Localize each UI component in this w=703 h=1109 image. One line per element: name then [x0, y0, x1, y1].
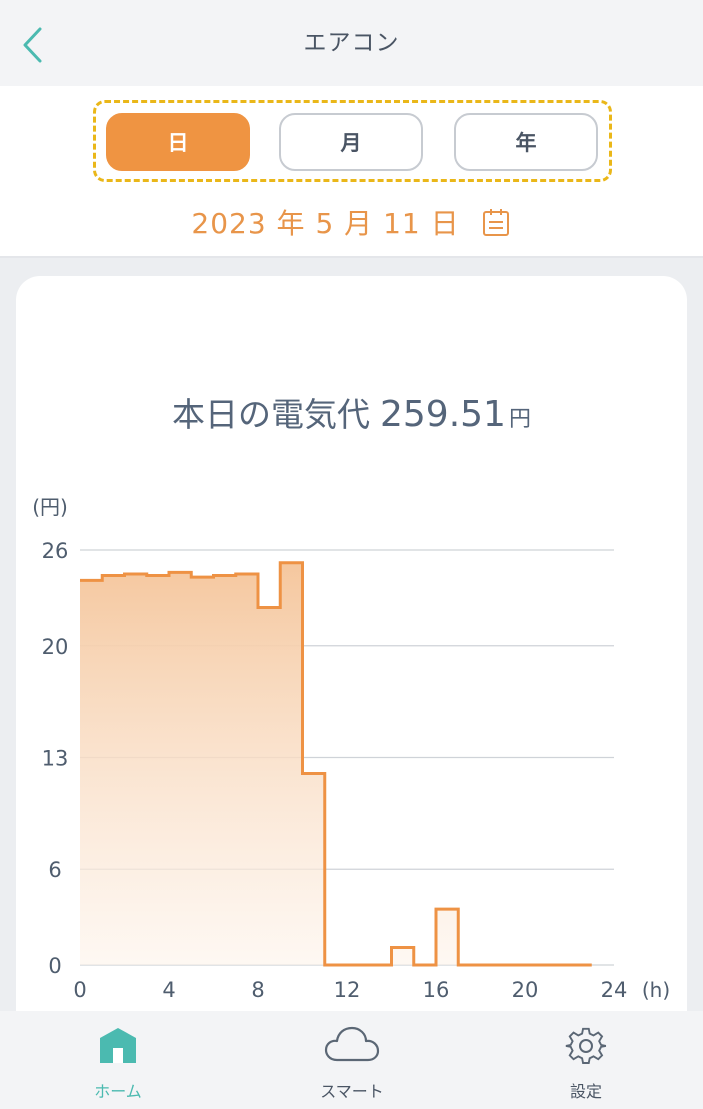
- period-year-button[interactable]: 年: [454, 113, 598, 171]
- chart-step-segment: [147, 574, 169, 578]
- chart-area-fill: [80, 562, 592, 965]
- tab-settings-label: 設定: [569, 1082, 602, 1101]
- bottom-tab-bar: ホーム スマート 設定: [0, 1011, 703, 1109]
- daily-cost-title: 本日の電気代 259.51 円: [16, 388, 687, 438]
- chart-step-segment: [503, 963, 525, 967]
- calendar-icon: [482, 209, 509, 236]
- chart-step-segment: [525, 963, 547, 967]
- chart-step-segment: [80, 578, 102, 582]
- daily-cost-value: 259.51: [380, 394, 506, 435]
- gear-icon: [565, 1027, 607, 1064]
- y-tick-label: 26: [42, 539, 69, 563]
- chart-step-segment: [481, 963, 503, 967]
- x-tick-label: 16: [423, 978, 450, 1002]
- chart-step-segment: [191, 575, 213, 579]
- chart-step-segment: [436, 907, 458, 911]
- chart-step-segment: [280, 561, 302, 565]
- tab-home-label: ホーム: [94, 1082, 142, 1101]
- page-title: エアコン: [303, 30, 400, 56]
- period-selector-panel: 日 月 年 2023 年 5 月 11 日: [0, 86, 703, 258]
- chart-step-segment: [369, 963, 391, 967]
- x-tick-label: 4: [162, 978, 175, 1002]
- chart-step-segment: [214, 574, 236, 578]
- tab-smart[interactable]: スマート: [282, 1011, 422, 1109]
- cloud-icon: [324, 1026, 380, 1062]
- electricity-cost-chart: 26 20 13 6 00 4 8 12 16 20 24 (円) (h): [32, 495, 670, 1002]
- x-tick-label: 20: [512, 978, 539, 1002]
- calendar-button[interactable]: [480, 206, 512, 238]
- chart-step-segment: [236, 572, 258, 576]
- y-tick-label: 13: [42, 747, 69, 771]
- chart-step-segment: [414, 963, 436, 967]
- chart-step-segment: [547, 963, 569, 967]
- home-icon: [100, 1028, 136, 1063]
- y-tick-label: 0: [48, 954, 61, 978]
- chart-step-segment: [458, 963, 480, 967]
- chart-step-segment: [570, 963, 592, 967]
- tab-home[interactable]: ホーム: [48, 1011, 188, 1109]
- x-axis-unit-label: (h): [642, 978, 670, 1002]
- period-month-button[interactable]: 月: [279, 113, 423, 171]
- chart-step-segment: [392, 945, 414, 949]
- x-tick-label: 24: [601, 978, 628, 1002]
- chart-step-segment: [125, 572, 147, 576]
- chart-step-segment: [347, 963, 369, 967]
- period-day-button[interactable]: 日: [106, 113, 250, 171]
- date-row: 2023 年 5 月 11 日: [0, 202, 703, 242]
- x-tick-label: 8: [251, 978, 264, 1002]
- chart-step-segment: [325, 963, 347, 967]
- y-axis-unit-label: (円): [32, 495, 68, 519]
- app-header: エアコン: [0, 0, 703, 86]
- chart-step-segment: [169, 570, 191, 574]
- y-tick-label: 6: [48, 858, 61, 882]
- chart-step-segment: [303, 771, 325, 775]
- chart-step-segment: [258, 605, 280, 609]
- tab-settings[interactable]: 設定: [516, 1011, 656, 1109]
- daily-cost-label: 本日の電気代: [172, 395, 370, 434]
- date-label[interactable]: 2023 年 5 月 11 日: [191, 202, 459, 242]
- daily-cost-unit: 円: [508, 407, 531, 432]
- chart-step-segment: [102, 574, 124, 578]
- x-tick-label: 0: [73, 978, 86, 1002]
- tab-smart-label: スマート: [320, 1082, 384, 1101]
- x-tick-label: 12: [334, 978, 361, 1002]
- y-tick-label: 20: [42, 635, 69, 659]
